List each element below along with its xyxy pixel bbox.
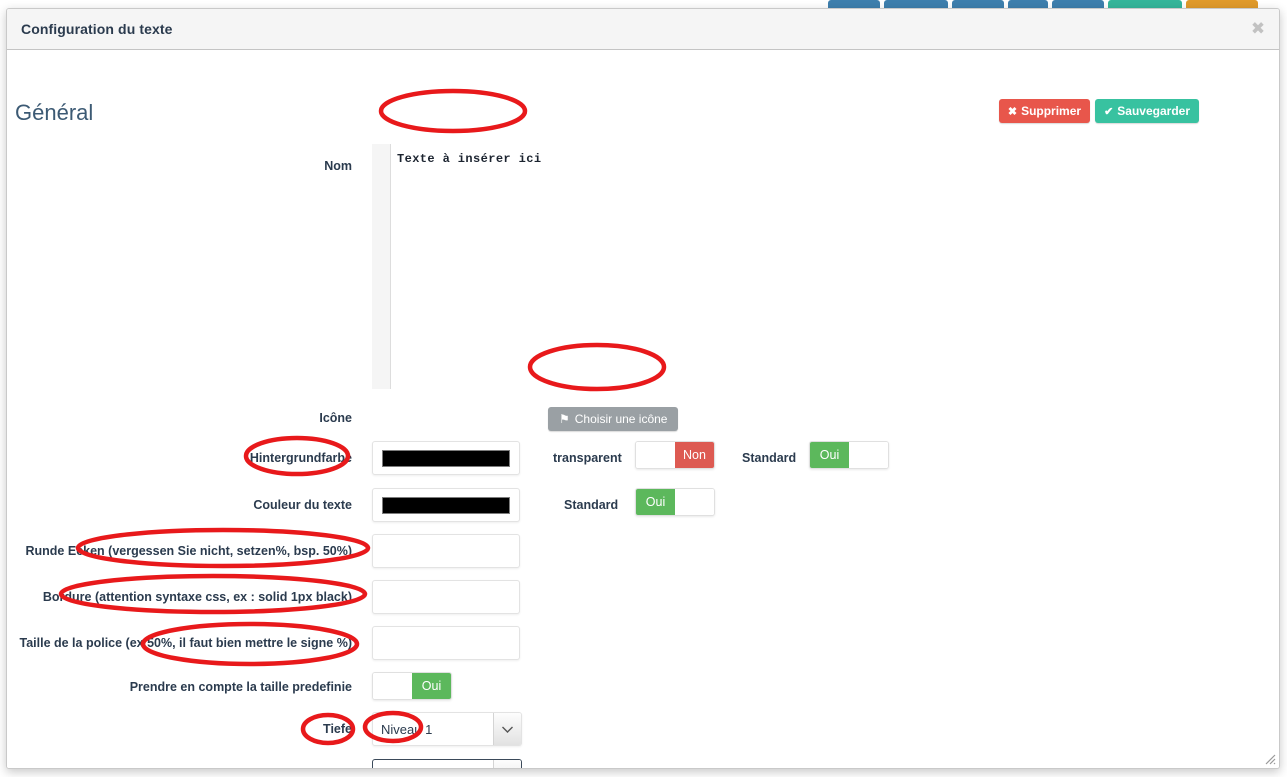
label-hintergrundfarbe: Hintergrundfarbe xyxy=(249,451,352,465)
nom-input-value: Texte à insérer ici xyxy=(397,152,542,166)
text-configuration-dialog: Configuration du texte ✖ Général ✖ Suppri… xyxy=(6,8,1280,769)
nom-code-editor[interactable]: Texte à insérer ici xyxy=(372,144,547,389)
label-nom: Nom xyxy=(324,159,352,173)
hintergrundfarbe-standard-toggle[interactable]: Oui xyxy=(809,441,889,469)
couleur-du-texte-color-swatch xyxy=(382,497,510,514)
label-taille-police: Taille de la police (ex 50%, il faut bie… xyxy=(19,636,352,650)
tiefe-select[interactable]: Niveau 1 xyxy=(372,712,522,746)
couleur-standard-toggle[interactable]: Oui xyxy=(635,488,715,516)
transparent-toggle-value: Non xyxy=(675,442,714,468)
flag-icon: ⚑ xyxy=(559,412,570,426)
tiefe-select-wrapper[interactable]: Niveau 1 xyxy=(372,712,522,746)
hintergrundfarbe-standard-value: Oui xyxy=(810,442,849,468)
resize-grip-icon[interactable] xyxy=(1263,752,1276,765)
label-tiefe: Tiefe xyxy=(323,722,352,736)
taille-predefinie-track xyxy=(373,673,412,699)
couleur-standard-value: Oui xyxy=(636,489,675,515)
transparent-toggle-track xyxy=(636,442,675,468)
gras-select-wrapper[interactable]: Gras xyxy=(372,759,522,768)
delete-button-label: Supprimer xyxy=(1021,104,1082,118)
hintergrundfarbe-color-swatch xyxy=(382,450,510,467)
choose-icon-button[interactable]: ⚑ Choisir une icône xyxy=(548,407,679,431)
choose-icon-button-label: Choisir une icône xyxy=(574,412,668,426)
save-button[interactable]: ✔ Sauvegarder xyxy=(1095,99,1199,123)
label-couleur-du-texte: Couleur du texte xyxy=(253,498,352,512)
label-icone: Icône xyxy=(319,411,352,425)
action-bar: ✖ Supprimer ✔ Sauvegarder xyxy=(998,99,1199,123)
delete-button[interactable]: ✖ Supprimer xyxy=(998,99,1091,123)
label-runde-ecken: Runde Ecken (vergessen Sie nicht, setzen… xyxy=(25,544,353,558)
editor-gutter xyxy=(372,144,391,389)
taille-predefinie-toggle[interactable]: Oui xyxy=(372,672,452,700)
hintergrundfarbe-color-input[interactable] xyxy=(372,441,520,475)
check-icon: ✔ xyxy=(1104,106,1114,118)
couleur-du-texte-color-input[interactable] xyxy=(372,488,520,522)
close-icon[interactable]: ✖ xyxy=(1249,20,1267,38)
dialog-title: Configuration du texte xyxy=(21,21,173,37)
taille-predefinie-value: Oui xyxy=(412,673,451,699)
label-transparent: transparent xyxy=(553,451,622,465)
label-hintergrundfarbe-standard: Standard xyxy=(742,451,797,465)
runde-ecken-input[interactable] xyxy=(372,534,520,568)
dialog-body: Général ✖ Supprimer ✔ Sauvegarder Nom Text… xyxy=(7,50,1279,768)
section-heading: Général xyxy=(15,100,94,125)
dialog-header: Configuration du texte ✖ xyxy=(7,9,1279,50)
couleur-standard-track xyxy=(675,489,714,515)
hintergrundfarbe-standard-track xyxy=(849,442,888,468)
label-taille-predefinie: Prendre en compte la taille predefinie xyxy=(129,680,352,694)
transparent-toggle[interactable]: Non xyxy=(635,441,715,469)
gras-select[interactable]: Gras xyxy=(372,759,522,768)
label-couleur-standard: Standard xyxy=(564,498,619,512)
cross-icon: ✖ xyxy=(1007,106,1018,118)
save-button-label: Sauvegarder xyxy=(1117,104,1190,118)
label-bordure: Bordure (attention syntaxe css, ex : sol… xyxy=(42,590,352,604)
taille-police-input[interactable] xyxy=(372,626,520,660)
bordure-input[interactable] xyxy=(372,580,520,614)
